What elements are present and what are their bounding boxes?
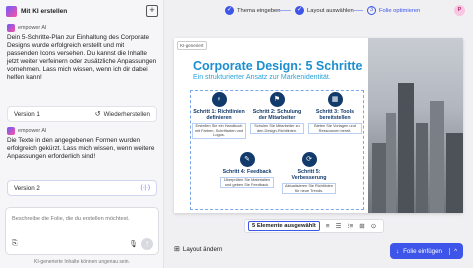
- document-icon: ♀: [211, 92, 227, 107]
- send-button[interactable]: ↑: [141, 238, 153, 250]
- check-icon: ✓: [295, 6, 304, 15]
- selection-toolbar: 5 Elemente ausgewählt ≡ ☰ ⁝≡ ⊞ ⊙: [244, 219, 384, 233]
- version-2-card[interactable]: Version 2 (·|·): [7, 180, 157, 196]
- step-optimize-label: Folie optimieren: [379, 7, 421, 14]
- slide-subtitle[interactable]: Ein strukturierter Ansatz zur Markeniden…: [193, 74, 331, 81]
- ai-message-2: Die Texte in den angegebenen Formen wurd…: [7, 137, 155, 160]
- step-5-shape[interactable]: ⟳ Schritt 5: Verbesserung Aktualisieren …: [282, 152, 336, 195]
- step-4-title: Schritt 4: Feedback: [222, 169, 272, 175]
- city-skyline-image[interactable]: [368, 38, 463, 213]
- step-number: 3: [367, 6, 376, 15]
- chat-header: Mit KI erstellen +: [0, 0, 164, 22]
- ai-logo-icon: [6, 5, 17, 17]
- building-shape: [372, 143, 386, 213]
- ai-message-1: Dein 5-Schritte-Plan zur Einhaltung des …: [7, 34, 157, 81]
- check-icon: ✓: [225, 6, 234, 15]
- step-2-shape[interactable]: ⚑ Schritt 2: Schulung der Mitarbeiter Sc…: [250, 92, 304, 135]
- list-icon[interactable]: ⁝≡: [347, 222, 353, 230]
- feedback-icon: ✎: [239, 152, 255, 167]
- app-window: Mit KI erstellen + empower AI Dein 5-Sch…: [0, 0, 473, 268]
- attach-icon[interactable]: ⎘: [12, 240, 18, 248]
- step-layout-label: Layout auswählen: [307, 7, 354, 14]
- step-topic-label: Thema eingeben: [237, 7, 281, 14]
- restore-icon: ↺: [94, 111, 101, 118]
- panel-title: Mit KI erstellen: [21, 7, 68, 15]
- step-2-title: Schritt 2: Schulung der Mitarbeiter: [252, 109, 302, 121]
- restore-button[interactable]: ↺ Wiederherstellen: [94, 110, 150, 119]
- tools-icon: ▦: [327, 92, 343, 107]
- step-1-desc: Erstellen Sie ein Handbuch mit Farben, S…: [192, 123, 246, 139]
- version-1-card[interactable]: Version 1 ↺ Wiederherstellen: [7, 106, 157, 122]
- step-3-desc: Bieten Sie Vorlagen und Ressourcen berei…: [308, 123, 362, 135]
- ai-generated-tag: KI-generiert: [177, 41, 207, 50]
- user-avatar[interactable]: P: [454, 5, 465, 16]
- change-layout-button[interactable]: ⊞ Layout ändern: [174, 245, 223, 254]
- step-3-title: Schritt 3: Tools bereitstellen: [315, 109, 355, 121]
- insert-slide-button[interactable]: ↓ Folie einfügen ^: [390, 243, 463, 259]
- step-1-shape[interactable]: ♀ Schritt 1: Richtlinien definieren Erst…: [192, 92, 246, 139]
- change-layout-label: Layout ändern: [182, 245, 223, 253]
- align-center-icon[interactable]: ☰: [336, 222, 342, 230]
- slide-title[interactable]: Corporate Design: 5 Schritte: [193, 59, 362, 73]
- wizard-stepper: ✓ Thema eingeben ✓ Layout auswählen 3 Fo…: [165, 0, 473, 22]
- slide-preview[interactable]: KI-generiert Corporate Design: 5 Schritt…: [174, 38, 463, 213]
- step-3-shape[interactable]: ▦ Schritt 3: Tools bereitstellen Bieten …: [308, 92, 362, 135]
- version-2-label: Version 2: [14, 184, 40, 192]
- steps-group[interactable]: ♀ Schritt 1: Richtlinien definieren Erst…: [190, 90, 364, 210]
- step-connector: [277, 10, 291, 11]
- restore-label: Wiederherstellen: [103, 110, 150, 118]
- ai-chat-panel: Mit KI erstellen + empower AI Dein 5-Sch…: [0, 0, 164, 268]
- step-4-shape[interactable]: ✎ Schritt 4: Feedback Überprüfen Sie Mat…: [220, 152, 274, 189]
- author-name: empower AI: [18, 25, 47, 31]
- ai-disclaimer: KI-generierte Inhalte können ungenau sei…: [34, 259, 130, 265]
- building-shape: [386, 113, 396, 213]
- prompt-input[interactable]: Beschreibe die Folie, die du erstellen m…: [12, 216, 130, 222]
- arrow-down-icon: ↓: [396, 247, 400, 255]
- step-connector: [353, 10, 363, 11]
- step-layout[interactable]: ✓ Layout auswählen: [295, 6, 354, 15]
- ai-avatar-icon: [7, 24, 15, 32]
- layout-icon: ⊞: [174, 246, 180, 253]
- message-author: empower AI: [7, 24, 46, 32]
- version-1-label: Version 1: [14, 110, 40, 118]
- building-shape: [398, 83, 414, 213]
- step-5-desc: Aktualisieren Sie Richtlinien für neue T…: [282, 183, 336, 195]
- step-optimize[interactable]: 3 Folie optimieren: [367, 6, 420, 15]
- building-shape: [430, 101, 444, 213]
- step-topic[interactable]: ✓ Thema eingeben: [225, 6, 281, 15]
- building-shape: [416, 123, 428, 213]
- improvement-icon: ⟳: [301, 152, 317, 167]
- more-options-icon[interactable]: ⊙: [371, 222, 376, 230]
- training-icon: ⚑: [269, 92, 285, 107]
- step-4-desc: Überprüfen Sie Materialien und geben Sie…: [220, 177, 274, 189]
- building-shape: [446, 133, 463, 213]
- step-2-desc: Schulen Sie Mitarbeiter zu den Design-Ri…: [250, 123, 304, 135]
- prompt-composer[interactable]: Beschreibe die Folie, die du erstellen m…: [5, 207, 159, 255]
- step-5-title: Schritt 5: Verbesserung: [291, 169, 327, 181]
- ai-avatar-icon: [7, 127, 15, 135]
- text-size-icon[interactable]: ⊞: [359, 222, 364, 230]
- selection-count-button[interactable]: 5 Elemente ausgewählt: [248, 221, 320, 231]
- new-chat-button[interactable]: +: [146, 5, 158, 17]
- insert-slide-label: Folie einfügen: [403, 247, 442, 255]
- chevron-up-icon[interactable]: ^: [449, 247, 457, 255]
- microphone-icon[interactable]: 🎙: [129, 240, 138, 248]
- version-compare-icon[interactable]: (·|·): [140, 185, 150, 191]
- message-author: empower AI: [7, 127, 46, 135]
- step-1-title: Schritt 1: Richtlinien definieren: [193, 109, 245, 121]
- align-left-icon[interactable]: ≡: [326, 223, 330, 230]
- author-name: empower AI: [18, 128, 47, 134]
